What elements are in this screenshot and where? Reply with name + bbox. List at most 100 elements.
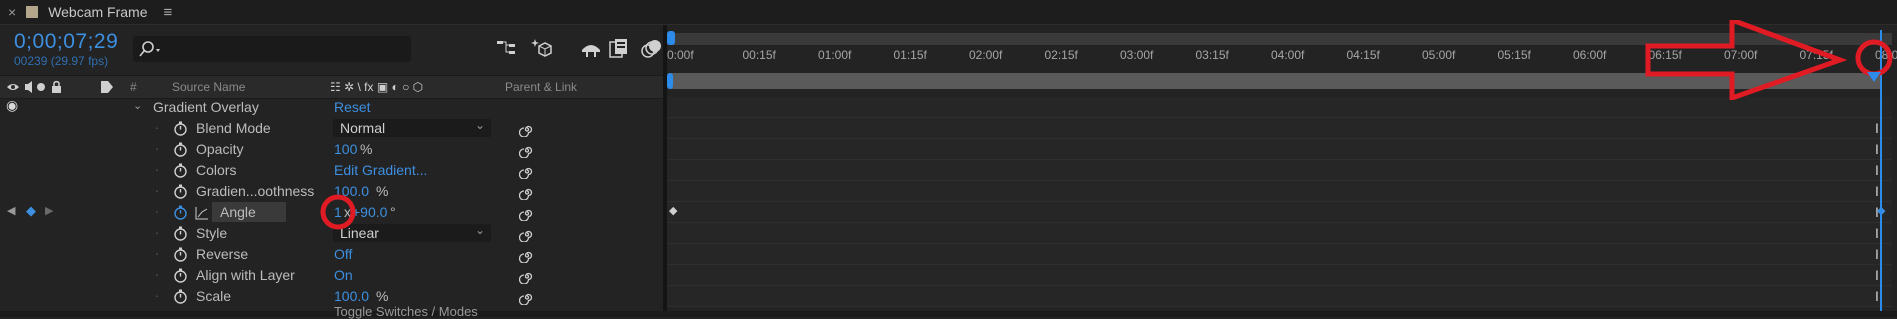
property-label: Align with Layer bbox=[196, 267, 295, 283]
leader-dot: . bbox=[155, 179, 159, 195]
timeline-track[interactable] bbox=[667, 97, 1892, 118]
leader-dot: . bbox=[155, 242, 159, 258]
keyframe-icon[interactable]: ◆ bbox=[669, 204, 677, 217]
property-unit: % bbox=[376, 183, 389, 199]
timeline-track[interactable]: I bbox=[667, 160, 1892, 181]
stopwatch-icon[interactable] bbox=[173, 226, 188, 241]
effect-name: Gradient Overlay bbox=[153, 99, 259, 115]
bottom-bar: Toggle Switches / Modes bbox=[0, 304, 1897, 319]
annotation-circle bbox=[320, 194, 356, 230]
ruler-tick-label: 02:15f bbox=[1044, 48, 1078, 62]
current-time-display[interactable]: 0;00;07;29 bbox=[14, 30, 118, 54]
eye-icon[interactable]: ◉ bbox=[6, 97, 18, 114]
stopwatch-icon[interactable] bbox=[173, 163, 188, 178]
pickwhip-icon[interactable] bbox=[519, 142, 535, 158]
timeline-track[interactable]: I bbox=[667, 139, 1892, 160]
stopwatch-icon[interactable] bbox=[173, 205, 188, 220]
leader-dot: . bbox=[155, 158, 159, 174]
timeline-track[interactable]: I bbox=[667, 286, 1892, 307]
chevron-down-icon: ⌄ bbox=[474, 118, 485, 132]
frame-blending-icon[interactable] bbox=[606, 36, 632, 62]
chevron-down-icon: ⌄ bbox=[474, 223, 485, 237]
keyframe-diamond-icon[interactable]: ◆ bbox=[26, 203, 36, 219]
ruler-tick-label: 01:15f bbox=[893, 48, 927, 62]
pickwhip-icon[interactable] bbox=[519, 205, 535, 221]
property-value[interactable]: 100.0 bbox=[334, 288, 369, 304]
in-out-marker-icon[interactable]: I bbox=[1875, 120, 1879, 136]
comp-mini-flowchart-icon[interactable] bbox=[494, 36, 520, 62]
stopwatch-icon[interactable] bbox=[173, 268, 188, 283]
property-row: . Blend Mode Normal ⌄ bbox=[0, 116, 663, 139]
in-out-marker-icon[interactable]: I bbox=[1875, 267, 1879, 283]
property-value[interactable]: Edit Gradient... bbox=[334, 162, 427, 178]
pickwhip-icon[interactable] bbox=[519, 163, 535, 179]
in-out-marker-icon[interactable]: I bbox=[1875, 288, 1879, 304]
ruler-tick-label: 05:15f bbox=[1497, 48, 1531, 62]
parent-link-column-label: Parent & Link bbox=[505, 80, 578, 94]
in-out-marker-icon[interactable]: I bbox=[1875, 183, 1879, 199]
pickwhip-icon[interactable] bbox=[519, 121, 535, 137]
annotation-arrow bbox=[1645, 20, 1893, 100]
in-out-marker-icon[interactable]: I bbox=[1875, 246, 1879, 262]
source-name-column-label[interactable]: Source Name bbox=[172, 80, 245, 94]
in-out-marker-icon[interactable]: I bbox=[1875, 225, 1879, 241]
timeline-track[interactable]: I bbox=[667, 118, 1892, 139]
ruler-tick-label: 01:00f bbox=[818, 48, 852, 62]
in-out-marker-icon[interactable]: I bbox=[1875, 141, 1879, 157]
ruler-tick-label: 02:00f bbox=[969, 48, 1003, 62]
leader-dot: . bbox=[155, 221, 159, 237]
close-icon[interactable]: × bbox=[8, 4, 16, 20]
timeline-track[interactable]: I bbox=[667, 244, 1892, 265]
property-label: Gradien...oothness bbox=[196, 183, 315, 199]
in-out-marker-icon[interactable]: I bbox=[1875, 162, 1879, 178]
ruler-tick-label: 03:00f bbox=[1120, 48, 1154, 62]
property-value[interactable]: 100 bbox=[334, 141, 357, 157]
property-value[interactable]: Off bbox=[334, 246, 352, 262]
property-label: Angle bbox=[220, 204, 256, 220]
leader-dot: . bbox=[155, 263, 159, 279]
switches-column-label: ☷ ✲ \ fx ▣ ◐ ○ ⬡ bbox=[330, 80, 424, 94]
frame-count: 00239 (29.97 fps) bbox=[14, 54, 109, 68]
reset-link[interactable]: Reset bbox=[334, 99, 371, 115]
property-row: . Colors Edit Gradient... bbox=[0, 158, 663, 181]
leader-dot: . bbox=[155, 200, 159, 216]
graph-icon[interactable] bbox=[194, 205, 210, 221]
stopwatch-icon[interactable] bbox=[173, 184, 188, 199]
property-dropdown[interactable]: Normal ⌄ bbox=[333, 118, 491, 137]
ruler-tick-label: 03:15f bbox=[1195, 48, 1229, 62]
ruler-tick-label: 06:00f bbox=[1573, 48, 1607, 62]
pickwhip-icon[interactable] bbox=[519, 184, 535, 200]
ruler-tick-label: 04:00f bbox=[1271, 48, 1305, 62]
property-unit: % bbox=[376, 288, 389, 304]
stopwatch-icon[interactable] bbox=[173, 142, 188, 157]
timeline-track[interactable]: I bbox=[667, 265, 1892, 286]
timeline-track[interactable]: I bbox=[667, 181, 1892, 202]
search-icon bbox=[139, 41, 160, 57]
pickwhip-icon[interactable] bbox=[519, 226, 535, 242]
shy-layers-icon[interactable] bbox=[578, 36, 604, 62]
timeline-track[interactable]: I bbox=[667, 223, 1892, 244]
motion-blur-icon[interactable] bbox=[638, 36, 664, 62]
property-label: Colors bbox=[196, 162, 237, 178]
ruler-tick-label: 00:15f bbox=[742, 48, 776, 62]
property-row: . Scale 100.0% bbox=[0, 284, 663, 307]
ruler-tick-label: 05:00f bbox=[1422, 48, 1456, 62]
chevron-down-icon[interactable]: ⌄ bbox=[133, 99, 142, 112]
property-row: . Align with Layer On bbox=[0, 263, 663, 286]
stopwatch-icon[interactable] bbox=[173, 247, 188, 262]
draft-3d-icon[interactable] bbox=[530, 36, 556, 62]
stopwatch-icon[interactable] bbox=[173, 121, 188, 136]
keyframe-nav-right-icon[interactable]: ▶ bbox=[45, 204, 53, 217]
composition-tab[interactable]: × Webcam Frame ≡ bbox=[0, 0, 172, 24]
pickwhip-icon[interactable] bbox=[519, 268, 535, 284]
search-input[interactable] bbox=[133, 36, 411, 62]
keyframe-nav-left-icon[interactable]: ◀ bbox=[7, 204, 15, 217]
property-value[interactable]: On bbox=[334, 267, 353, 283]
pickwhip-icon[interactable] bbox=[519, 289, 535, 305]
timeline-track[interactable]: I◆◆ bbox=[667, 202, 1892, 223]
hamburger-menu-icon[interactable]: ≡ bbox=[164, 4, 173, 21]
property-label: Style bbox=[196, 225, 228, 241]
pickwhip-icon[interactable] bbox=[519, 247, 535, 263]
stopwatch-icon[interactable] bbox=[173, 289, 188, 304]
effect-row: ◉ ⌄ Gradient Overlay Reset bbox=[0, 97, 663, 118]
